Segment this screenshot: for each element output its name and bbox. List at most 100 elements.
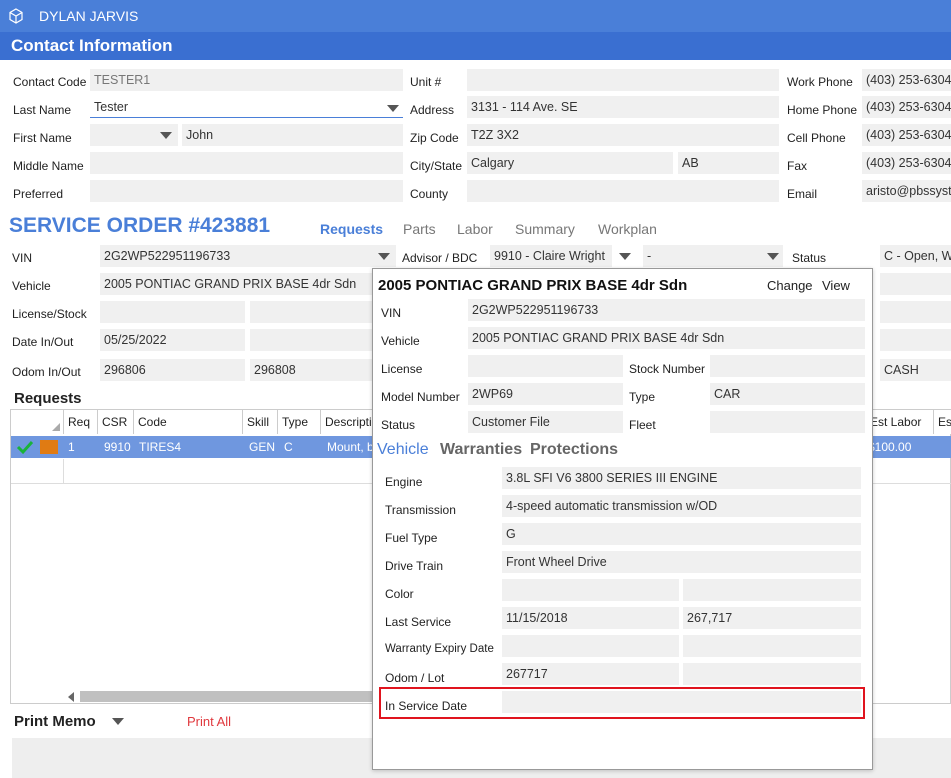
work-phone-field[interactable]: (403) 253-6304: [862, 69, 951, 91]
col-header-es[interactable]: Es: [934, 410, 951, 434]
odom-field[interactable]: 267717: [502, 663, 679, 685]
email-label: Email: [787, 187, 818, 201]
odom-in-field[interactable]: 296806: [100, 359, 245, 381]
advisor-dropdown-icon[interactable]: [619, 253, 631, 260]
contact-code-field[interactable]: TESTER1: [90, 69, 403, 91]
last-name-field[interactable]: Tester: [90, 96, 403, 118]
view-link[interactable]: View: [822, 278, 850, 293]
print-memo-dropdown-icon[interactable]: [112, 718, 124, 725]
cube-icon[interactable]: [8, 8, 24, 24]
vin-field[interactable]: 2G2WP522951196733: [100, 245, 396, 267]
city-field[interactable]: Calgary: [467, 152, 673, 174]
stock-field[interactable]: [250, 301, 372, 323]
warranty-expiry-field-2[interactable]: [683, 635, 861, 657]
right-field-2[interactable]: [880, 301, 951, 323]
col-header-req[interactable]: Req: [64, 410, 98, 434]
fax-field[interactable]: (403) 253-6304: [862, 152, 951, 174]
popup-tab-protections[interactable]: Protections: [530, 441, 618, 459]
print-memo-label: Print Memo: [14, 713, 96, 730]
popup-tab-warranties[interactable]: Warranties: [440, 441, 522, 459]
state-field[interactable]: AB: [678, 152, 779, 174]
middle-name-field[interactable]: [90, 152, 403, 174]
drive-train-field[interactable]: Front Wheel Drive: [502, 551, 861, 573]
odom-lot-label: Odom / Lot: [385, 671, 445, 685]
vehicle-field[interactable]: 2005 PONTIAC GRAND PRIX BASE 4dr Sdn: [100, 273, 372, 295]
home-phone-field[interactable]: (403) 253-6304: [862, 96, 951, 118]
address-field[interactable]: 3131 - 114 Ave. SE: [467, 96, 779, 118]
home-phone-label: Home Phone: [787, 103, 858, 117]
popup-status-label: Status: [381, 418, 416, 432]
salutation-dropdown-icon[interactable]: [160, 132, 172, 139]
last-name-dropdown-icon[interactable]: [387, 105, 399, 112]
unit-label: Unit #: [410, 75, 442, 89]
status-label: Status: [792, 251, 827, 265]
change-link[interactable]: Change: [767, 278, 813, 293]
user-name[interactable]: DYLAN JARVIS: [39, 8, 138, 24]
color-field-2[interactable]: [683, 579, 861, 601]
vin-dropdown-icon[interactable]: [378, 253, 390, 260]
unit-field[interactable]: [467, 69, 779, 91]
horizontal-scrollbar[interactable]: [80, 691, 372, 702]
county-field[interactable]: [467, 180, 779, 202]
preferred-label: Preferred: [13, 187, 64, 201]
fax-label: Fax: [787, 159, 808, 173]
engine-field[interactable]: 3.8L SFI V6 3800 SERIES III ENGINE: [502, 467, 861, 489]
fuel-type-field[interactable]: G: [502, 523, 861, 545]
col-header-csr[interactable]: CSR: [98, 410, 134, 434]
scroll-left-icon[interactable]: [68, 692, 74, 702]
last-service-odom-field[interactable]: 267,717: [683, 607, 861, 629]
pay-type-field[interactable]: CASH: [880, 359, 951, 381]
popup-license-field[interactable]: [468, 355, 623, 377]
col-header-type[interactable]: Type: [278, 410, 321, 434]
first-name-field[interactable]: John: [182, 124, 403, 146]
tab-workplan[interactable]: Workplan: [598, 221, 657, 237]
status-field[interactable]: C - Open, Wai: [880, 245, 951, 267]
license-field[interactable]: [100, 301, 245, 323]
popup-type-field[interactable]: CAR: [710, 383, 865, 405]
popup-vehicle-field[interactable]: 2005 PONTIAC GRAND PRIX BASE 4dr Sdn: [468, 327, 865, 349]
section-title-bar: Contact Information: [0, 32, 951, 60]
lot-field[interactable]: [683, 663, 861, 685]
col-header-description[interactable]: Description: [321, 410, 373, 434]
warranty-expiry-field[interactable]: [502, 635, 679, 657]
col-header-code[interactable]: Code: [134, 410, 243, 434]
transmission-field[interactable]: 4-speed automatic transmission w/OD: [502, 495, 861, 517]
last-name-value: Tester: [94, 100, 129, 114]
cell-phone-field[interactable]: (403) 253-6304: [862, 124, 951, 146]
tab-labor[interactable]: Labor: [457, 221, 493, 237]
tab-parts[interactable]: Parts: [403, 221, 436, 237]
middle-name-label: Middle Name: [13, 159, 84, 173]
bdc-select[interactable]: -: [643, 245, 783, 267]
date-out-field[interactable]: [250, 329, 372, 351]
right-field-3[interactable]: [880, 329, 951, 351]
row-header-column: [11, 483, 63, 703]
print-all-link[interactable]: Print All: [187, 714, 231, 729]
col-header-est-labor[interactable]: Est Labor: [866, 410, 934, 434]
email-field[interactable]: aristo@pbssystems: [862, 180, 951, 202]
tab-summary[interactable]: Summary: [515, 221, 575, 237]
odom-in-out-label: Odom In/Out: [12, 365, 81, 379]
contact-code-label: Contact Code: [13, 75, 87, 89]
popup-vin-field[interactable]: 2G2WP522951196733: [468, 299, 865, 321]
zip-field[interactable]: T2Z 3X2: [467, 124, 779, 146]
advisor-select[interactable]: 9910 - Claire Wright: [490, 245, 612, 267]
popup-tab-vehicle[interactable]: Vehicle: [377, 441, 429, 459]
city-state-label: City/State: [410, 159, 463, 173]
date-in-field[interactable]: 05/25/2022: [100, 329, 245, 351]
popup-status-field[interactable]: Customer File: [468, 411, 623, 433]
popup-fleet-field[interactable]: [710, 411, 865, 433]
color-field[interactable]: [502, 579, 679, 601]
tab-requests[interactable]: Requests: [320, 221, 383, 237]
requests-title: Requests: [14, 390, 82, 407]
right-field-1[interactable]: [880, 273, 951, 295]
odom-out-field[interactable]: 296808: [250, 359, 372, 381]
popup-stock-field[interactable]: [710, 355, 865, 377]
bdc-dropdown-icon[interactable]: [767, 253, 779, 260]
preferred-field[interactable]: [90, 180, 403, 202]
col-header-skill[interactable]: Skill: [243, 410, 278, 434]
sort-corner-icon: [52, 423, 60, 431]
popup-model-field[interactable]: 2WP69: [468, 383, 623, 405]
license-stock-label: License/Stock: [12, 307, 87, 321]
last-service-date-field[interactable]: 11/15/2018: [502, 607, 679, 629]
status-square-icon: [40, 440, 58, 454]
